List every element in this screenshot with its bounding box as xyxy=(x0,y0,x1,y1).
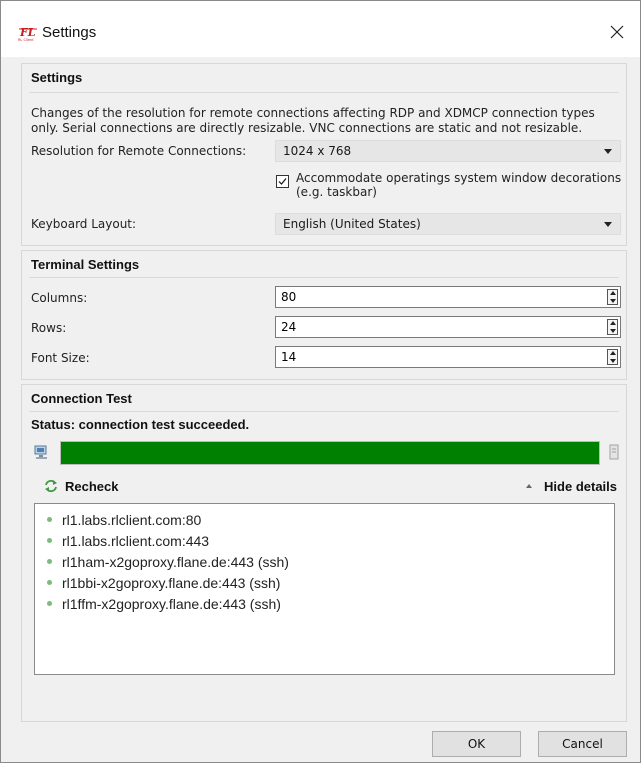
app-icon-subtext: RL Client xyxy=(18,38,34,42)
connection-test-title: Connection Test xyxy=(31,391,132,406)
divider xyxy=(29,411,619,412)
dot-icon xyxy=(47,601,52,606)
accommodate-checkbox[interactable] xyxy=(276,175,289,188)
connection-test-group: Connection Test Status: connection test … xyxy=(21,384,627,722)
connection-entry: rl1.labs.rlclient.com:80 xyxy=(62,511,202,528)
rows-stepper[interactable] xyxy=(275,316,621,338)
title-bar: FL RL Client Settings xyxy=(1,1,640,57)
connection-status: Status: connection test succeeded. xyxy=(31,417,250,432)
keyboard-layout-value: English (United States) xyxy=(283,217,421,231)
spin-up-icon xyxy=(610,321,616,325)
rlclient-logo-icon: FL RL Client xyxy=(18,26,37,42)
font-size-stepper[interactable] xyxy=(275,346,621,368)
rows-input[interactable] xyxy=(276,317,602,337)
close-icon xyxy=(610,25,624,39)
rows-label: Rows: xyxy=(31,321,67,335)
dot-icon xyxy=(47,517,52,522)
keyboard-layout-label: Keyboard Layout: xyxy=(31,217,137,231)
spin-up-icon xyxy=(610,291,616,295)
connection-entry: rl1ffm-x2goproxy.flane.de:443 (ssh) xyxy=(62,595,281,612)
dot-icon xyxy=(47,559,52,564)
connection-entry: rl1.labs.rlclient.com:443 xyxy=(62,532,210,549)
hide-details-label: Hide details xyxy=(544,478,617,494)
spin-down-icon xyxy=(610,329,616,333)
chevron-down-icon xyxy=(604,149,612,154)
connection-details-list: rl1.labs.rlclient.com:80 rl1.labs.rlclie… xyxy=(34,503,615,675)
spin-up-icon xyxy=(610,351,616,355)
connection-entry: rl1bbi-x2goproxy.flane.de:443 (ssh) xyxy=(62,574,281,591)
triangle-up-icon xyxy=(526,484,533,488)
resolution-label: Resolution for Remote Connections: xyxy=(31,144,247,158)
list-item: rl1.labs.rlclient.com:80 xyxy=(47,509,614,530)
server-icon xyxy=(609,444,619,460)
connection-entry: rl1ham-x2goproxy.flane.de:443 (ssh) xyxy=(62,553,289,570)
dot-icon xyxy=(47,538,52,543)
close-button[interactable] xyxy=(604,19,630,45)
settings-group: Settings Changes of the resolution for r… xyxy=(21,63,627,246)
dot-icon xyxy=(47,580,52,585)
list-item: rl1bbi-x2goproxy.flane.de:443 (ssh) xyxy=(47,572,614,593)
ok-button[interactable]: OK xyxy=(432,731,521,757)
keyboard-layout-select[interactable]: English (United States) xyxy=(275,213,621,235)
hide-details-button[interactable]: Hide details xyxy=(526,477,617,495)
terminal-settings-group: Terminal Settings Columns: Rows: Font Si… xyxy=(21,250,627,380)
progress-fill xyxy=(61,442,599,464)
refresh-icon xyxy=(45,480,57,492)
resolution-description: Changes of the resolution for remote con… xyxy=(31,106,595,135)
columns-spin-buttons[interactable] xyxy=(607,289,618,305)
spin-down-icon xyxy=(610,359,616,363)
spin-down-icon xyxy=(610,299,616,303)
columns-input[interactable] xyxy=(276,287,602,307)
settings-group-title: Settings xyxy=(31,70,83,85)
columns-stepper[interactable] xyxy=(275,286,621,308)
columns-label: Columns: xyxy=(31,291,88,305)
list-item: rl1.labs.rlclient.com:443 xyxy=(47,530,614,551)
recheck-label: Recheck xyxy=(65,478,119,494)
window-title: Settings xyxy=(42,24,97,41)
font-size-input[interactable] xyxy=(276,347,602,367)
chevron-down-icon xyxy=(604,222,612,227)
divider xyxy=(29,92,619,93)
connection-progress-bar xyxy=(60,441,600,465)
resolution-value: 1024 x 768 xyxy=(283,144,352,158)
terminal-settings-title: Terminal Settings xyxy=(31,257,140,272)
font-size-spin-buttons[interactable] xyxy=(607,349,618,365)
list-item: rl1ffm-x2goproxy.flane.de:443 (ssh) xyxy=(47,593,614,614)
accommodate-label: Accommodate operatings system window dec… xyxy=(296,171,622,199)
list-item: rl1ham-x2goproxy.flane.de:443 (ssh) xyxy=(47,551,614,572)
computer-icon xyxy=(34,445,47,459)
divider xyxy=(29,277,619,278)
cancel-button[interactable]: Cancel xyxy=(538,731,627,757)
resolution-select[interactable]: 1024 x 768 xyxy=(275,140,621,162)
checkmark-icon xyxy=(278,178,287,185)
rows-spin-buttons[interactable] xyxy=(607,319,618,335)
settings-dialog: FL RL Client Settings Settings Changes o… xyxy=(0,0,641,763)
font-size-label: Font Size: xyxy=(31,351,90,365)
recheck-button[interactable]: Recheck xyxy=(44,477,118,495)
